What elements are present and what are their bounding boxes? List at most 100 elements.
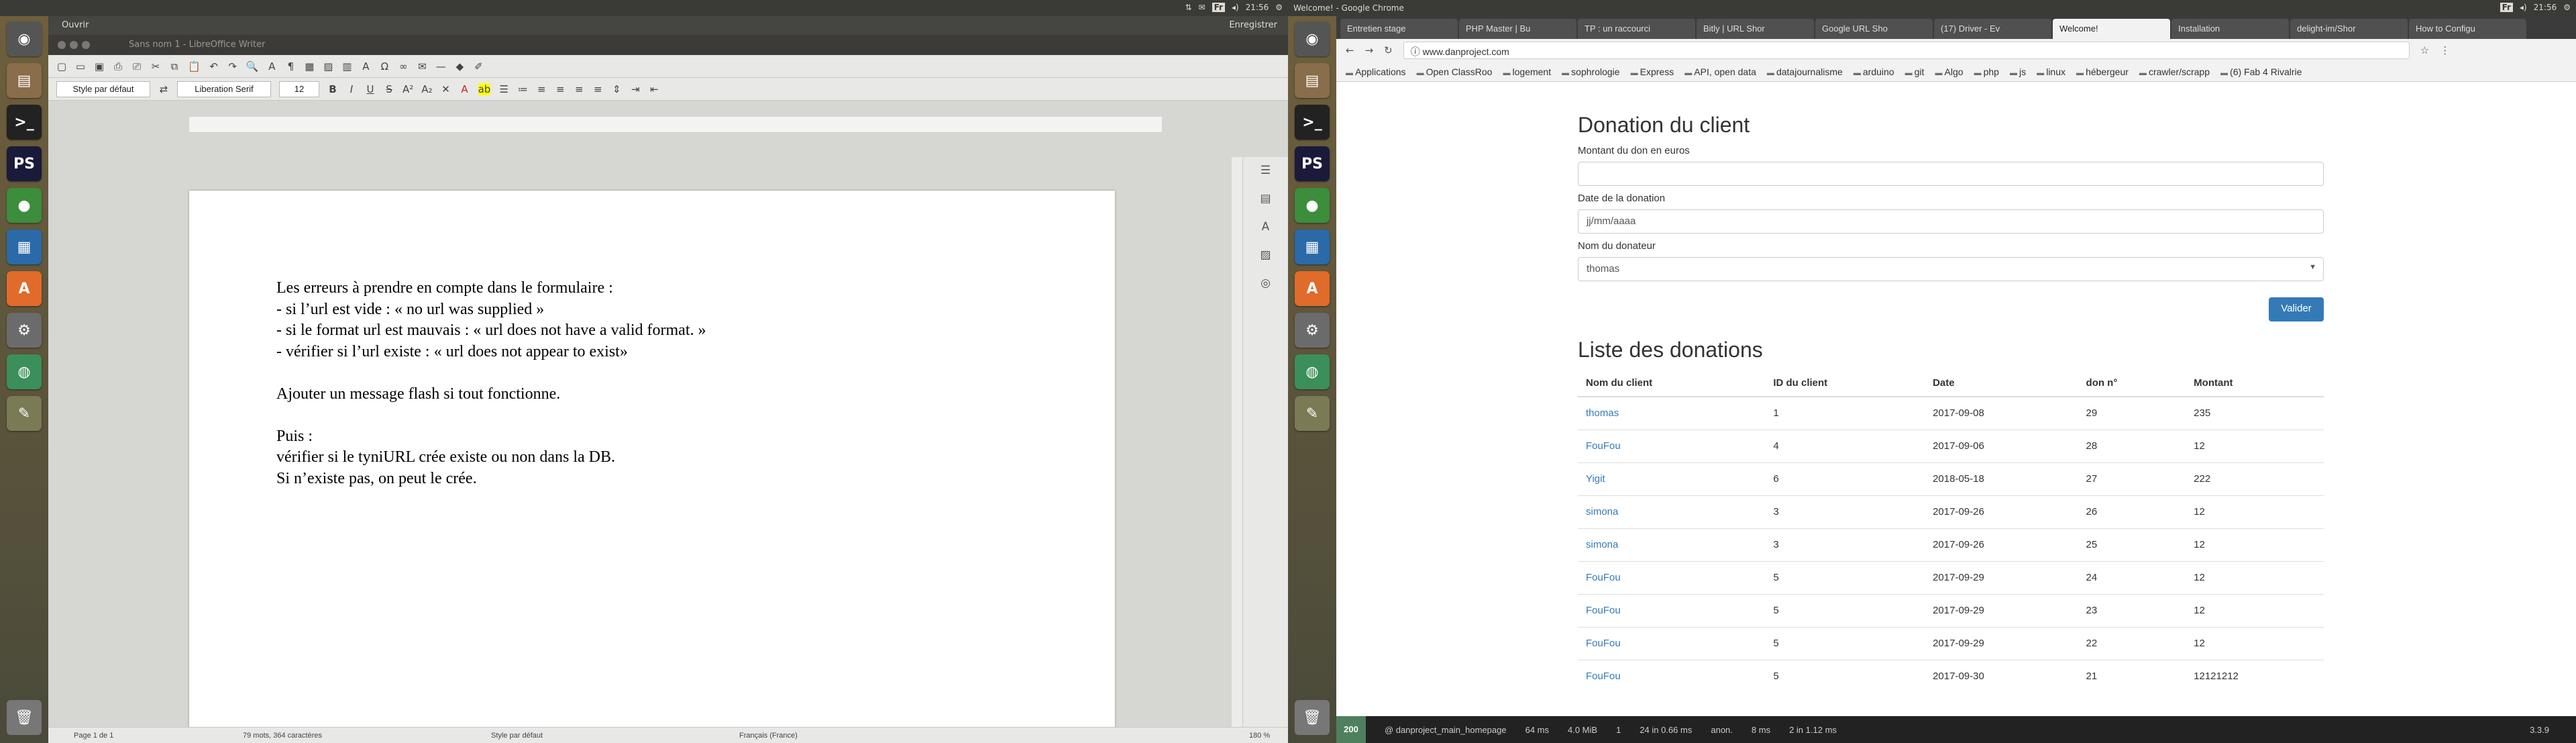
network-icon[interactable]: ⇅ — [1185, 3, 1191, 12]
user-status[interactable]: anon. — [1711, 725, 1733, 735]
document-line[interactable]: - si l’url est vide : « no url was suppl… — [276, 299, 706, 321]
settings-icon[interactable]: ⚙ — [1295, 313, 1330, 348]
draw-icon[interactable]: ✐ — [473, 60, 484, 72]
align-center-icon[interactable]: ≡ — [555, 83, 566, 95]
browser-tab[interactable]: Bitly | URL Shor — [1697, 19, 1814, 39]
amount-input[interactable] — [1578, 162, 2324, 186]
page-count[interactable]: Page 1 de 1 — [74, 732, 113, 740]
numbering-icon[interactable]: ≔ — [517, 83, 528, 95]
document-line[interactable] — [276, 362, 706, 384]
sound-icon[interactable]: ◂) — [1232, 3, 1239, 12]
network-app-icon[interactable]: ◍ — [1295, 354, 1330, 389]
bookmark-item[interactable]: Express — [1631, 66, 1674, 77]
comment-icon[interactable]: ✉ — [417, 60, 427, 72]
software-center-icon[interactable]: A — [7, 271, 42, 306]
paragraph-style-select[interactable]: Style par défaut — [56, 81, 150, 97]
db-queries[interactable]: 2 in 1.12 ms — [1789, 725, 1837, 735]
paste-icon[interactable]: 📋 — [188, 60, 201, 72]
undo-icon[interactable]: ↶ — [209, 60, 219, 72]
ubuntu-dash-icon[interactable]: ◉ — [1295, 21, 1330, 56]
bookmark-item[interactable]: arduino — [1854, 66, 1894, 77]
maximize-icon[interactable] — [82, 41, 90, 49]
line-icon[interactable]: — — [435, 60, 446, 72]
browser-tab[interactable]: TP : un raccourci — [1578, 19, 1695, 39]
font-color-icon[interactable]: A — [460, 83, 470, 95]
highlight-icon[interactable]: ab — [478, 83, 491, 95]
settings-icon[interactable]: ⚙ — [7, 313, 42, 348]
status-code[interactable]: 200 — [1336, 716, 1366, 743]
styles-icon[interactable]: A — [1262, 220, 1270, 234]
zoom-level[interactable]: 180 % — [1249, 732, 1270, 740]
document-line[interactable]: Puis : — [276, 426, 706, 448]
sidebar-menu-icon[interactable]: ☰ — [1260, 164, 1271, 177]
forms-count[interactable]: 1 — [1616, 725, 1621, 735]
justify-icon[interactable]: ≡ — [592, 83, 603, 95]
terminal-icon[interactable]: >_ — [1295, 105, 1330, 140]
software-center-icon[interactable]: A — [1295, 271, 1330, 306]
vertical-scrollbar[interactable] — [1232, 157, 1242, 728]
date-input[interactable]: jj/mm/aaaa — [1578, 209, 2324, 234]
client-name-link[interactable]: Yigit — [1578, 462, 1766, 495]
bookmark-item[interactable]: Open ClassRoo — [1417, 66, 1493, 77]
bookmark-star-icon[interactable]: ☆ — [2420, 44, 2429, 56]
document-line[interactable]: Ajouter un message flash si tout fonctio… — [276, 384, 706, 405]
document-line[interactable]: vérifier si le tyniURL crée existe ou no… — [276, 447, 706, 468]
bullets-icon[interactable]: ☰ — [498, 83, 509, 95]
align-left-icon[interactable]: ≡ — [536, 83, 547, 95]
doctrine-queries[interactable]: 24 in 0.66 ms — [1640, 725, 1692, 735]
network-app-icon[interactable]: ◍ — [7, 354, 42, 389]
bookmark-item[interactable]: js — [2010, 66, 2026, 77]
bookmark-item[interactable]: Algo — [1935, 66, 1964, 77]
bookmark-item[interactable]: linux — [2037, 66, 2065, 77]
sound-icon[interactable]: ◂) — [2520, 3, 2527, 12]
client-name-link[interactable]: FouFou — [1578, 560, 1766, 594]
files-icon[interactable]: ▤ — [7, 63, 42, 98]
chart-icon[interactable]: ▥ — [341, 60, 352, 72]
bold-icon[interactable]: B — [327, 83, 338, 95]
indent-icon[interactable]: ⇥ — [630, 83, 641, 95]
chrome-icon[interactable]: ● — [1295, 188, 1330, 223]
bookmark-item[interactable]: php — [1974, 66, 1999, 77]
underline-icon[interactable]: U — [365, 83, 376, 95]
files-icon[interactable]: ▤ — [1295, 63, 1330, 98]
phpstorm-icon[interactable]: PS — [7, 146, 42, 181]
image-icon[interactable]: ▨ — [323, 60, 333, 72]
chrome-icon[interactable]: ● — [7, 188, 42, 223]
symfony-version[interactable]: 3.3.9 — [2530, 725, 2549, 735]
shapes-icon[interactable]: ◆ — [454, 60, 465, 72]
document-line[interactable] — [276, 405, 706, 426]
document-line[interactable]: - si le format url est mauvais : « url d… — [276, 320, 706, 342]
word-count[interactable]: 79 mots, 364 caractères — [243, 732, 322, 740]
document-line[interactable]: - vérifier si l’url existe : « url does … — [276, 342, 706, 363]
browser-tab[interactable]: How to Configu — [2409, 19, 2526, 39]
find-icon[interactable]: 🔍 — [246, 60, 259, 72]
bookmark-item[interactable]: sophrologie — [1562, 66, 1619, 77]
address-bar[interactable]: ⓘ www.danproject.com — [1403, 42, 2410, 59]
export-pdf-icon[interactable]: ⎙ — [113, 60, 123, 72]
browser-tab[interactable]: Installation — [2171, 19, 2289, 39]
bookmark-item[interactable]: Applications — [1346, 66, 1406, 77]
power-icon[interactable]: ⚙ — [1275, 3, 1283, 12]
client-name-link[interactable]: FouFou — [1578, 626, 1766, 660]
special-char-icon[interactable]: Ω — [379, 60, 390, 72]
document-text[interactable]: Les erreurs à prendre en compte dans le … — [276, 278, 706, 489]
font-size-select[interactable]: 12 — [279, 81, 319, 97]
properties-icon[interactable]: ▤ — [1260, 192, 1271, 205]
page-style[interactable]: Style par défaut — [491, 732, 543, 740]
power-icon[interactable]: ⚙ — [2563, 3, 2571, 12]
update-style-icon[interactable]: ⇄ — [158, 83, 169, 95]
mail-icon[interactable]: ✉ — [1199, 3, 1205, 12]
italic-icon[interactable]: I — [346, 83, 357, 95]
superscript-icon[interactable]: A² — [402, 83, 413, 95]
minimize-icon[interactable] — [70, 41, 78, 49]
strikethrough-icon[interactable]: S — [384, 83, 394, 95]
browser-tab[interactable]: (17) Driver - Ev — [1934, 19, 2051, 39]
request-time[interactable]: 64 ms — [1525, 725, 1549, 735]
language[interactable]: Français (France) — [739, 732, 798, 740]
clock[interactable]: 21:56 — [2534, 3, 2557, 12]
client-name-link[interactable]: simona — [1578, 495, 1766, 528]
back-icon[interactable]: ← — [1346, 44, 1354, 56]
pilcrow-icon[interactable]: ¶ — [285, 60, 296, 72]
spellcheck-icon[interactable]: A — [266, 60, 277, 72]
writer-icon[interactable]: ▦ — [7, 230, 42, 264]
